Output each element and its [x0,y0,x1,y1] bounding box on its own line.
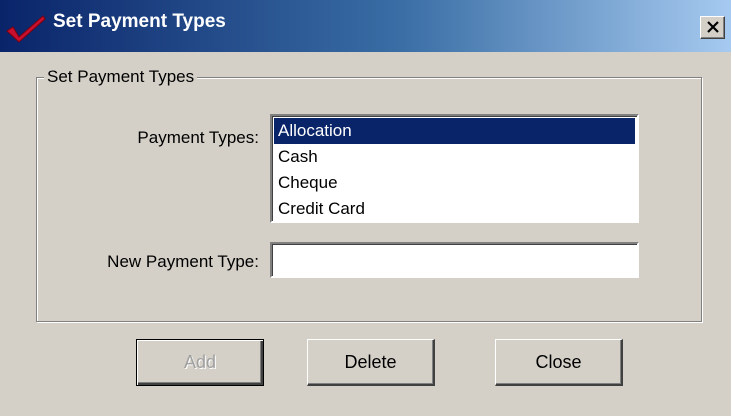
list-item-payment-type[interactable]: Credit Card [274,196,635,221]
add-button[interactable]: Add [136,339,264,386]
list-item-payment-type[interactable]: Allocation [274,118,635,144]
close-x-icon [707,21,719,33]
list-item-payment-type[interactable]: Cheque [274,170,635,196]
delete-button[interactable]: Delete [307,339,435,386]
window-title: Set Payment Types [53,11,226,32]
checkmark-icon [6,15,46,43]
list-item-payment-type[interactable]: Cash [274,144,635,170]
payment-types-label: Payment Types: [137,128,259,147]
title-bar[interactable]: Set Payment Types [0,0,731,52]
dialog-window: Set Payment Types Set Payment Types Paym… [0,0,732,416]
new-payment-type-label: New Payment Type: [107,252,259,271]
close-button[interactable]: Close [495,339,623,386]
group-legend: Set Payment Types [44,67,198,87]
new-payment-type-input[interactable] [270,242,639,278]
close-window-button[interactable] [700,16,725,39]
payment-types-listbox[interactable]: Allocation Cash Cheque Credit Card [270,114,639,223]
